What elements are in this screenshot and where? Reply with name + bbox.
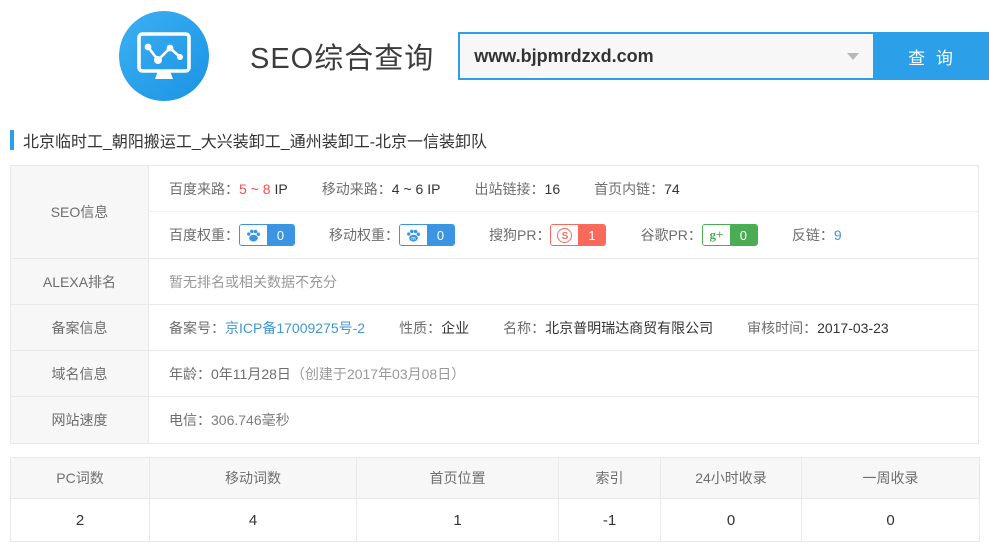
search-button[interactable]: 查 询 [875,32,989,80]
homepage-inlinks-value: 74 [664,181,680,197]
keywords-header-row: PC词数 移动词数 首页位置 索引 24小时收录 一周收录 [11,458,980,499]
pc-keywords-value: 2 [11,499,150,542]
result-site-title: 北京临时工_朝阳搬运工_大兴装卸工_通州装卸工-北京一信装卸队 [23,128,487,152]
sogou-pr-badge[interactable]: S 1 [550,224,606,246]
search-combobox: 查 询 [458,32,989,80]
speed-carrier-label: 电信： [169,410,211,430]
mobile-keywords-value: 4 [150,499,357,542]
sogou-icon: S [551,225,578,245]
row-label-seo-info: SEO信息 [11,166,149,258]
mobile-weight-badge[interactable]: m 0 [399,224,455,246]
icp-row: 备案信息 备案号：京ICP备17009275号-2 性质：企业 名称：北京普明瑞… [11,305,978,351]
row-label-icp: 备案信息 [11,305,149,350]
outbound-links-stat: 出站链接：16 [475,179,561,199]
backlink-stat: 反链：9 [792,225,842,245]
outbound-links-value: 16 [545,181,561,197]
col-homepage-position: 首页位置 [357,458,559,499]
row-label-speed: 网站速度 [11,397,149,443]
alexa-message: 暂无排名或相关数据不充分 [169,272,337,292]
baidu-paw-icon [240,225,267,245]
app-title: SEO综合查询 [250,35,434,77]
google-pr-value: 0 [730,225,757,245]
weights-subrow: 百度权重： 0 移动权重： [149,212,978,258]
keywords-stats-table: PC词数 移动词数 首页位置 索引 24小时收录 一周收录 2 4 1 -1 0… [10,457,980,542]
icp-company-value: 北京普明瑞达商贸有限公司 [545,320,713,336]
icp-company-stat: 名称：北京普明瑞达商贸有限公司 [503,318,713,338]
speed-row: 网站速度 电信：306.746毫秒 [11,397,978,443]
domain-row: 域名信息 年龄： 0年11月28日 （创建于2017年03月08日） [11,351,978,397]
google-plus-icon: g+ [703,225,730,245]
index-value: -1 [559,499,661,542]
mobile-weight-value: 0 [427,225,454,245]
chevron-down-icon[interactable] [847,53,859,60]
baidu-traffic-value[interactable]: 5 ~ 8 [239,181,271,197]
domain-created-note: （创建于2017年03月08日） [291,364,465,384]
col-mobile-keywords: 移动词数 [150,458,357,499]
week-collection-value: 0 [802,499,980,542]
sogou-pr-value: 1 [578,225,605,245]
baidu-weight-badge[interactable]: 0 [239,224,295,246]
icp-audit-date-value: 2017-03-23 [817,320,889,336]
mobile-paw-icon: m [400,225,427,245]
traffic-subrow: 百度来路：5 ~ 8IP 移动来路：4 ~ 6IP 出站链接：16 首页内链：7… [149,166,978,212]
icp-number-link[interactable]: 京ICP备17009275号-2 [225,320,365,336]
seo-info-table: SEO信息 百度来路：5 ~ 8IP 移动来路：4 ~ 6IP 出站链接：16 … [10,165,979,444]
baidu-weight-value: 0 [267,225,294,245]
mobile-weight-group: 移动权重： m 0 [329,224,455,246]
sogou-pr-group: 搜狗PR： S 1 [489,224,606,246]
icp-nature-value: 企业 [441,320,469,336]
header: SEO综合查询 查 询 [0,0,989,112]
col-week-collection: 一周收录 [802,458,980,499]
icp-number-stat: 备案号：京ICP备17009275号-2 [169,318,365,338]
title-marker-bar [10,130,14,150]
mobile-traffic-stat: 移动来路：4 ~ 6IP [322,179,441,199]
alexa-row: ALEXA排名 暂无排名或相关数据不充分 [11,259,978,305]
col-index: 索引 [559,458,661,499]
speed-value: 306.746毫秒 [211,410,290,430]
icp-audit-date-stat: 审核时间：2017-03-23 [747,318,889,338]
homepage-inlinks-stat: 首页内链：74 [594,179,680,199]
24h-collection-value: 0 [661,499,802,542]
svg-text:m: m [411,236,415,242]
backlink-value[interactable]: 9 [834,227,842,243]
google-pr-badge[interactable]: g+ 0 [702,224,758,246]
row-label-domain: 域名信息 [11,351,149,396]
google-pr-group: 谷歌PR： g+ 0 [640,224,757,246]
keywords-values-row: 2 4 1 -1 0 0 [11,499,980,542]
mobile-traffic-value: 4 ~ 6 [392,181,424,197]
search-input[interactable] [458,32,875,80]
icp-nature-stat: 性质：企业 [399,318,469,338]
col-pc-keywords: PC词数 [11,458,150,499]
seo-info-row: SEO信息 百度来路：5 ~ 8IP 移动来路：4 ~ 6IP 出站链接：16 … [11,166,978,259]
baidu-traffic-stat: 百度来路：5 ~ 8IP [169,179,288,199]
result-title-row: 北京临时工_朝阳搬运工_大兴装卸工_通州装卸工-北京一信装卸队 [10,128,989,152]
col-24h-collection: 24小时收录 [661,458,802,499]
analytics-monitor-chart-icon [118,10,210,102]
homepage-position-value: 1 [357,499,559,542]
domain-age-label: 年龄： [169,364,211,384]
domain-age-value: 0年11月28日 [211,364,291,384]
baidu-weight-group: 百度权重： 0 [169,224,295,246]
row-label-alexa: ALEXA排名 [11,259,149,304]
